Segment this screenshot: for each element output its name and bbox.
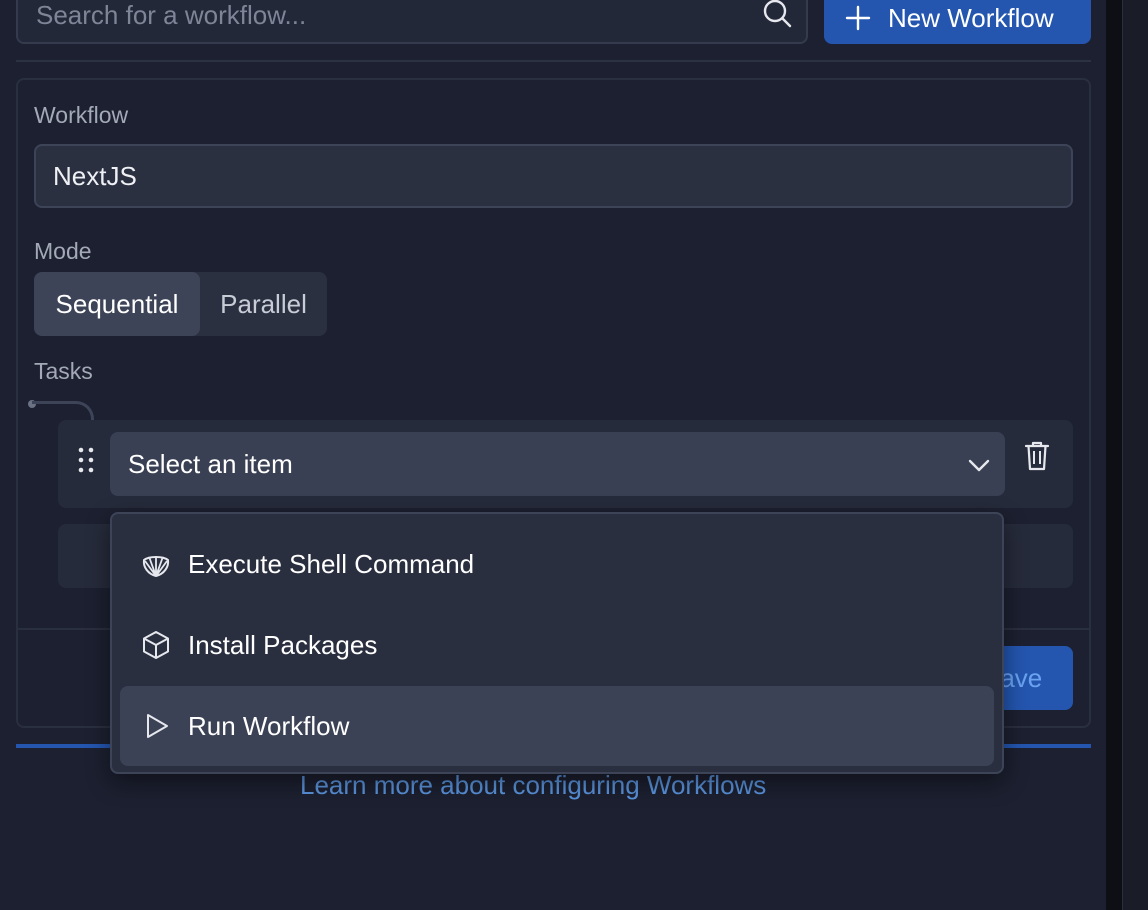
workflow-search-input[interactable]: Search for a workflow... — [16, 0, 808, 44]
window-edge — [1106, 0, 1122, 910]
tasks-label: Tasks — [34, 358, 93, 384]
new-workflow-button[interactable]: New Workflow — [824, 0, 1091, 44]
menu-item-label: Install Packages — [188, 629, 378, 660]
drag-handle-icon[interactable] — [76, 446, 96, 476]
trash-icon[interactable] — [1023, 440, 1051, 472]
workflow-name-input[interactable]: NextJS — [34, 144, 1073, 208]
menu-item-install-packages[interactable]: Install Packages — [120, 605, 994, 685]
search-icon[interactable] — [762, 0, 792, 28]
new-workflow-label: New Workflow — [888, 2, 1054, 33]
menu-item-run-workflow[interactable]: Run Workflow — [120, 686, 994, 766]
chevron-down-icon[interactable] — [967, 455, 991, 475]
workflows-pane: Search for a workflow... New Workflow Wo… — [0, 0, 1148, 910]
mode-sequential-button[interactable]: Sequential — [34, 272, 200, 336]
shell-icon — [142, 556, 170, 578]
package-icon — [143, 631, 169, 659]
menu-item-label: Run Workflow — [188, 710, 350, 741]
menu-item-label: Execute Shell Command — [188, 548, 475, 579]
search-placeholder: Search for a workflow... — [36, 0, 307, 30]
menu-item-execute-shell-command[interactable]: Execute Shell Command — [120, 524, 994, 604]
learn-more-link[interactable]: Learn more about configuring Workflows — [300, 770, 766, 801]
mode-segmented-control: Sequential Parallel — [34, 272, 327, 336]
header-divider — [16, 60, 1091, 62]
task-type-dropdown-menu: Execute Shell Command Install Packages R… — [110, 512, 1004, 774]
play-icon — [147, 714, 168, 738]
workflow-label: Workflow — [34, 102, 129, 128]
plus-icon — [845, 5, 871, 31]
adjacent-pane — [1122, 0, 1148, 910]
mode-label: Mode — [34, 238, 92, 264]
mode-parallel-button[interactable]: Parallel — [200, 272, 327, 336]
task-type-select[interactable]: Select an item — [110, 432, 1005, 496]
